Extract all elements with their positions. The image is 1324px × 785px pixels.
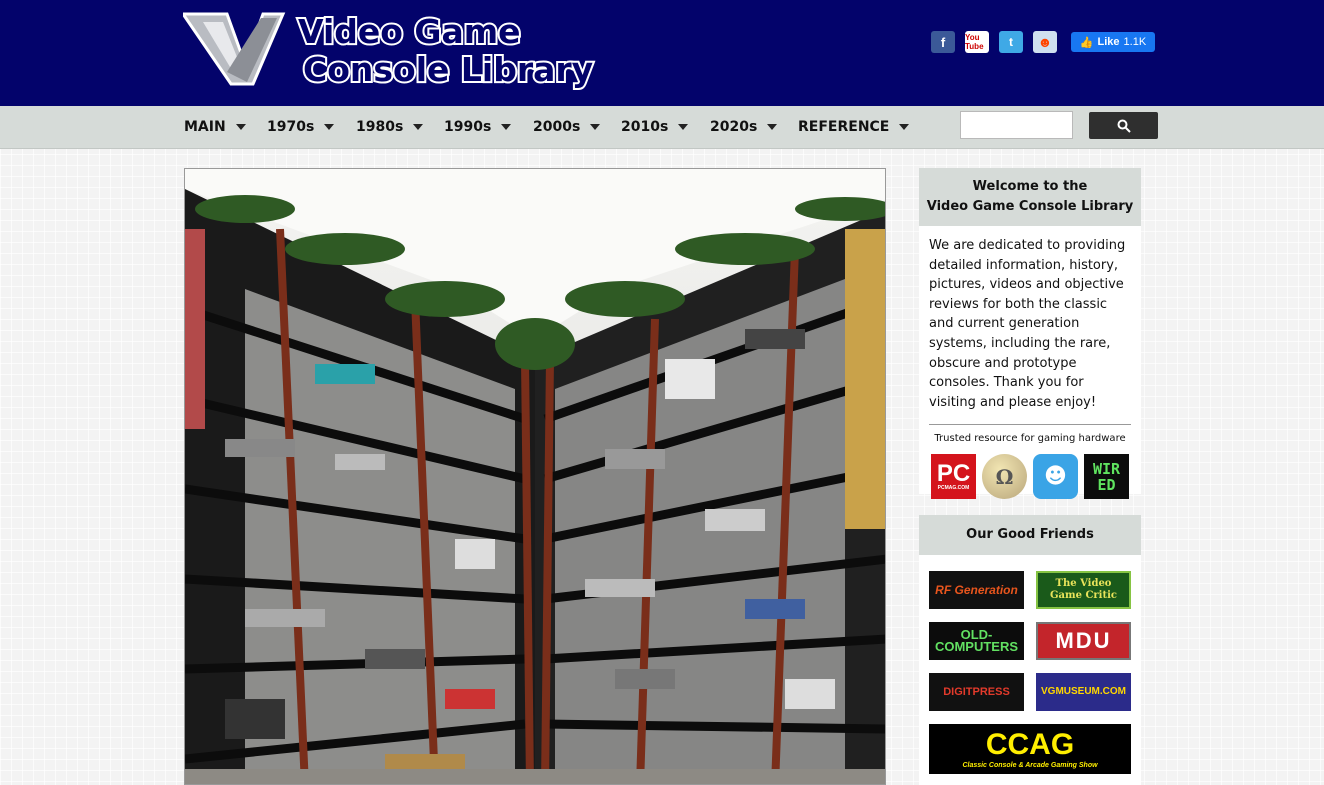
reddit-logo[interactable]: ☻	[1033, 454, 1078, 500]
welcome-title-line1: Welcome to the	[972, 179, 1088, 194]
wired-logo[interactable]: WIRED	[1084, 454, 1129, 500]
chevron-down-icon	[678, 124, 689, 130]
welcome-text: We are dedicated to providing detailed i…	[929, 238, 1126, 410]
nav-item-2000s[interactable]: 2000s	[533, 106, 601, 148]
reddit-logo-glyph: ☻	[1044, 464, 1067, 490]
nav-item-1970s[interactable]: 1970s	[267, 106, 335, 148]
trusted-resource-label: Trusted resource for gaming hardware	[934, 433, 1126, 445]
nav-label: 2010s	[621, 119, 669, 135]
friend-rf-generation[interactable]: RF Generation	[929, 571, 1024, 609]
pcmag-logo[interactable]: PC PCMAG.COM	[931, 454, 976, 500]
wired-logo-text: WIRED	[1092, 459, 1121, 494]
welcome-title: Welcome to the Video Game Console Librar…	[919, 168, 1141, 226]
trusted-logos: PC PCMAG.COM Ω ☻ WIRED	[919, 444, 1141, 500]
wikipedia-logo[interactable]: Ω	[982, 454, 1027, 500]
nav-item-2010s[interactable]: 2010s	[621, 106, 689, 148]
facebook-like-button[interactable]: 👍 Like 1.1K	[1071, 32, 1155, 52]
friend-digitpress[interactable]: DIGITPRESS	[929, 673, 1024, 711]
thumbs-up-icon: 👍	[1079, 36, 1094, 49]
logo-line1: Video Game	[298, 12, 521, 51]
divider	[929, 424, 1131, 426]
wikipedia-logo-glyph: Ω	[995, 464, 1014, 489]
friends-title: Our Good Friends	[919, 515, 1141, 555]
nav-label: 1990s	[444, 119, 492, 135]
search-button[interactable]	[1089, 112, 1158, 139]
nav-label: 2020s	[710, 119, 758, 135]
welcome-panel: Welcome to the Video Game Console Librar…	[919, 168, 1141, 500]
nav-item-main[interactable]: MAIN	[184, 106, 246, 148]
nav-item-2020s[interactable]: 2020s	[710, 106, 778, 148]
logo-line2: Console Library	[303, 50, 593, 89]
reddit-icon[interactable]: ☻	[1033, 31, 1057, 53]
nav-label: 1980s	[356, 119, 404, 135]
like-label: Like	[1097, 36, 1120, 48]
like-count: 1.1K	[1123, 36, 1147, 48]
friend-mdu[interactable]: MDU	[1036, 622, 1131, 660]
friend-vgmuseum[interactable]: VGMUSEUM.COM	[1036, 673, 1131, 711]
facebook-icon[interactable]: f	[931, 31, 955, 53]
chevron-down-icon	[324, 124, 335, 130]
search-icon	[1117, 119, 1131, 133]
search-input[interactable]	[960, 111, 1073, 139]
chevron-down-icon	[899, 124, 910, 130]
youtube-icon[interactable]: You Tube	[965, 31, 989, 53]
nav-item-1990s[interactable]: 1990s	[444, 106, 512, 148]
friend-video-game-critic[interactable]: The Video Game Critic	[1036, 571, 1131, 609]
twitter-icon[interactable]: t	[999, 31, 1023, 53]
collection-photo	[184, 168, 886, 785]
pcmag-logo-sub: PCMAG.COM	[937, 484, 970, 491]
welcome-title-line2: Video Game Console Library	[926, 199, 1134, 214]
nav-item-1980s[interactable]: 1980s	[356, 106, 424, 148]
pcmag-logo-text: PC	[936, 459, 971, 487]
nav-item-reference[interactable]: REFERENCE	[798, 106, 910, 148]
friends-panel: Our Good Friends RF Generation The Video…	[919, 515, 1141, 785]
friend-ccag[interactable]: CCAG Classic Console & Arcade Gaming Sho…	[929, 724, 1131, 774]
site-header: Video Game Console Library f You Tube t …	[0, 0, 1324, 106]
friends-grid: RF Generation The Video Game Critic OLD-…	[919, 555, 1141, 774]
chevron-down-icon	[235, 124, 246, 130]
social-links: f You Tube t ☻	[931, 31, 1057, 53]
ccag-logo-text: CCAG	[985, 727, 1075, 761]
site-logo[interactable]: Video Game Console Library	[183, 12, 623, 94]
nav-label: REFERENCE	[798, 119, 890, 135]
nav-label: 2000s	[533, 119, 581, 135]
chevron-down-icon	[590, 124, 601, 130]
nav-label: MAIN	[184, 119, 226, 135]
chevron-down-icon	[413, 124, 424, 130]
chevron-down-icon	[501, 124, 512, 130]
nav-label: 1970s	[267, 119, 315, 135]
friend-old-computers[interactable]: OLD-COMPUTERS	[929, 622, 1024, 660]
chevron-down-icon	[767, 124, 778, 130]
ccag-logo-sub: Classic Console & Arcade Gaming Show	[962, 761, 1098, 769]
